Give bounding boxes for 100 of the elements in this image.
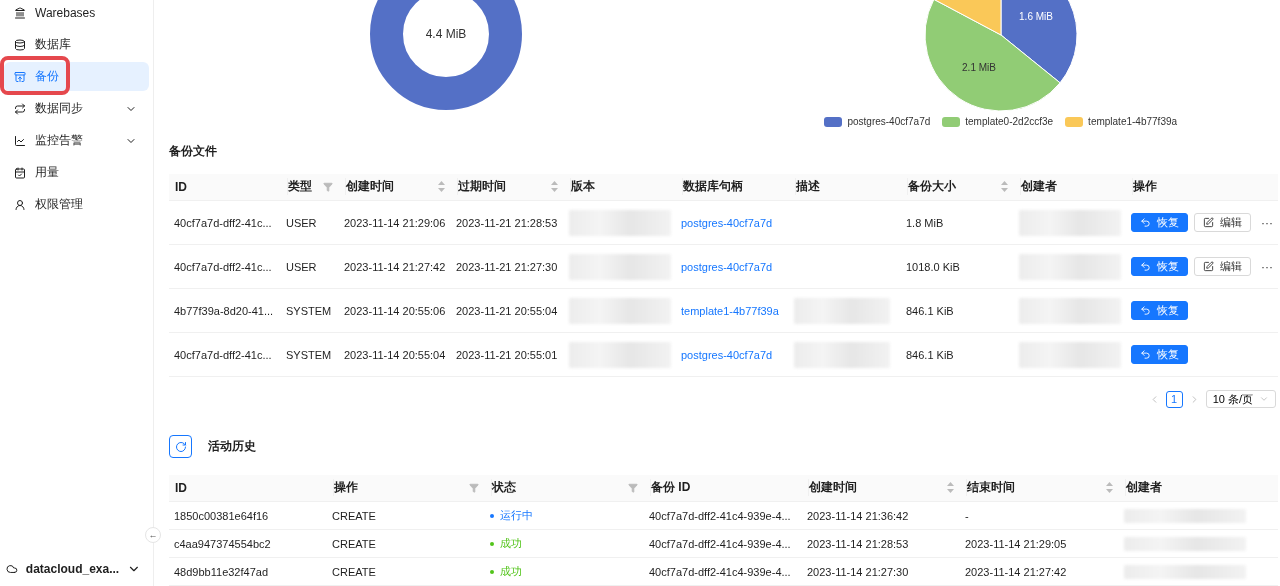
legend-item[interactable]: template0-2d2ccf3e	[942, 116, 1054, 127]
table-cell: -	[960, 501, 1119, 530]
status-label: 成功	[490, 564, 639, 579]
sort-icon[interactable]	[1001, 181, 1008, 193]
user-icon	[14, 198, 26, 211]
table-cell: 48d9bb11e32f47ad	[169, 557, 327, 586]
table-cell: 1018.0 KiB	[901, 244, 1014, 289]
edit-button[interactable]: 编辑	[1194, 257, 1251, 277]
workspace-name[interactable]: datacloud_exa...	[25, 562, 120, 576]
table-cell: 40cf7a7d-dff2-41c...	[169, 200, 281, 245]
sort-icon[interactable]	[947, 482, 954, 494]
status-label: 运行中	[490, 508, 639, 523]
cloud-icon	[6, 563, 18, 575]
column-header: 创建时间	[339, 173, 451, 201]
archive-icon	[14, 70, 26, 83]
column-header: 过期时间	[451, 173, 564, 201]
database-icon	[14, 38, 26, 51]
calendar-icon	[14, 166, 26, 179]
filter-icon[interactable]	[628, 482, 638, 493]
undo-icon	[1140, 349, 1151, 361]
sort-icon[interactable]	[1106, 482, 1113, 494]
legend-item[interactable]: template1-4b77f39a	[1065, 116, 1178, 127]
table-cell: USER	[281, 244, 339, 289]
database-link[interactable]: template1-4b77f39a	[681, 304, 779, 317]
table-cell: 2023-11-14 20:55:06	[339, 288, 451, 333]
column-header: 创建时间	[802, 474, 960, 502]
column-header: 结束时间	[960, 474, 1119, 502]
column-header: 操作	[327, 474, 485, 502]
refresh-button[interactable]	[169, 435, 192, 459]
section-title: 备份文件	[169, 142, 218, 160]
table-cell: CREATE	[327, 501, 485, 530]
table-cell: 2023-11-14 21:27:42	[960, 557, 1119, 586]
column-header: ID	[169, 173, 281, 201]
sidebar-item[interactable]: 监控告警	[4, 126, 149, 155]
table-cell: 846.1 KiB	[901, 332, 1014, 377]
database-link[interactable]: postgres-40cf7a7d	[681, 348, 773, 361]
table-cell: 2023-11-14 21:28:53	[802, 529, 960, 558]
edit-icon	[1203, 217, 1214, 229]
sidebar-item[interactable]: 权限管理	[4, 190, 149, 219]
restore-button[interactable]: 恢复	[1131, 345, 1188, 365]
table-cell: 2023-11-21 20:55:04	[451, 288, 564, 333]
legend-item[interactable]: postgres-40cf7a7d	[824, 116, 931, 127]
sidebar-item[interactable]: 用量	[4, 158, 149, 187]
table-cell: CREATE	[327, 557, 485, 586]
column-header: 操作	[1126, 173, 1278, 201]
table-cell: 1.8 MiB	[901, 200, 1014, 245]
slice-label: 1.6 MiB	[1018, 11, 1053, 22]
undo-icon	[1140, 217, 1151, 229]
status-label: 成功	[490, 536, 639, 551]
column-header: 类型	[281, 173, 339, 201]
table-cell: 2023-11-14 21:29:05	[960, 529, 1119, 558]
column-header: 创建者	[1119, 474, 1278, 502]
database-link[interactable]: postgres-40cf7a7d	[681, 216, 773, 229]
column-header: ID	[169, 474, 327, 502]
table-cell: 2023-11-21 21:27:30	[451, 244, 564, 289]
column-header: 状态	[485, 474, 644, 502]
table-cell: USER	[281, 200, 339, 245]
bank-icon	[14, 6, 26, 19]
undo-icon	[1140, 261, 1151, 273]
page-size-select[interactable]: 10 条/页	[1205, 390, 1276, 409]
column-header: 描述	[789, 173, 901, 201]
table-cell: 2023-11-14 21:27:42	[339, 244, 451, 289]
donut-center-label: 4.4 MiB	[425, 27, 467, 41]
restore-button[interactable]: 恢复	[1131, 301, 1188, 321]
table-cell: CREATE	[327, 529, 485, 558]
restore-button[interactable]: 恢复	[1131, 213, 1188, 233]
sync-icon	[14, 102, 26, 115]
column-header: 备份大小	[901, 173, 1014, 201]
sort-icon[interactable]	[438, 181, 445, 193]
collapse-button[interactable]: ←	[145, 527, 161, 543]
undo-icon	[1140, 305, 1151, 317]
edit-button[interactable]: 编辑	[1194, 213, 1251, 233]
table-cell: 40cf7a7d-dff2-41c4-939e-4...	[644, 529, 802, 558]
sidebar-item[interactable]: Warebases	[4, 0, 149, 27]
sort-icon[interactable]	[551, 181, 558, 193]
table-cell: 2023-11-14 20:55:04	[339, 332, 451, 377]
sidebar-item[interactable]: 备份	[4, 62, 149, 91]
filter-icon[interactable]	[323, 182, 333, 192]
sidebar-item[interactable]: 数据库	[4, 30, 149, 59]
table-cell: 2023-11-21 20:55:01	[451, 332, 564, 377]
column-header: 数据库句柄	[676, 173, 789, 201]
table-cell: 846.1 KiB	[901, 288, 1014, 333]
table-cell: 4b77f39a-8d20-41...	[169, 288, 281, 333]
table-cell: 40cf7a7d-dff2-41c4-939e-4...	[644, 501, 802, 530]
sidebar-item[interactable]: 数据同步	[4, 94, 149, 123]
table-cell: 1850c00381e64f16	[169, 501, 327, 530]
page-button[interactable]: 1	[1165, 390, 1183, 408]
table-cell: c4aa947374554bc2	[169, 529, 327, 558]
table-cell: 2023-11-21 21:28:53	[451, 200, 564, 245]
table-cell: 40cf7a7d-dff2-41c4-939e-4...	[644, 557, 802, 586]
filter-icon[interactable]	[469, 482, 479, 493]
table-cell: SYSTEM	[281, 288, 339, 333]
database-link[interactable]: postgres-40cf7a7d	[681, 260, 773, 273]
more-button[interactable]: ···	[1257, 259, 1277, 274]
refresh-icon	[174, 440, 187, 453]
table-cell: 2023-11-14 21:29:06	[339, 200, 451, 245]
section-title: 活动历史	[208, 438, 256, 456]
more-button[interactable]: ···	[1257, 215, 1277, 230]
table-cell: 2023-11-14 21:36:42	[802, 501, 960, 530]
restore-button[interactable]: 恢复	[1131, 257, 1188, 277]
